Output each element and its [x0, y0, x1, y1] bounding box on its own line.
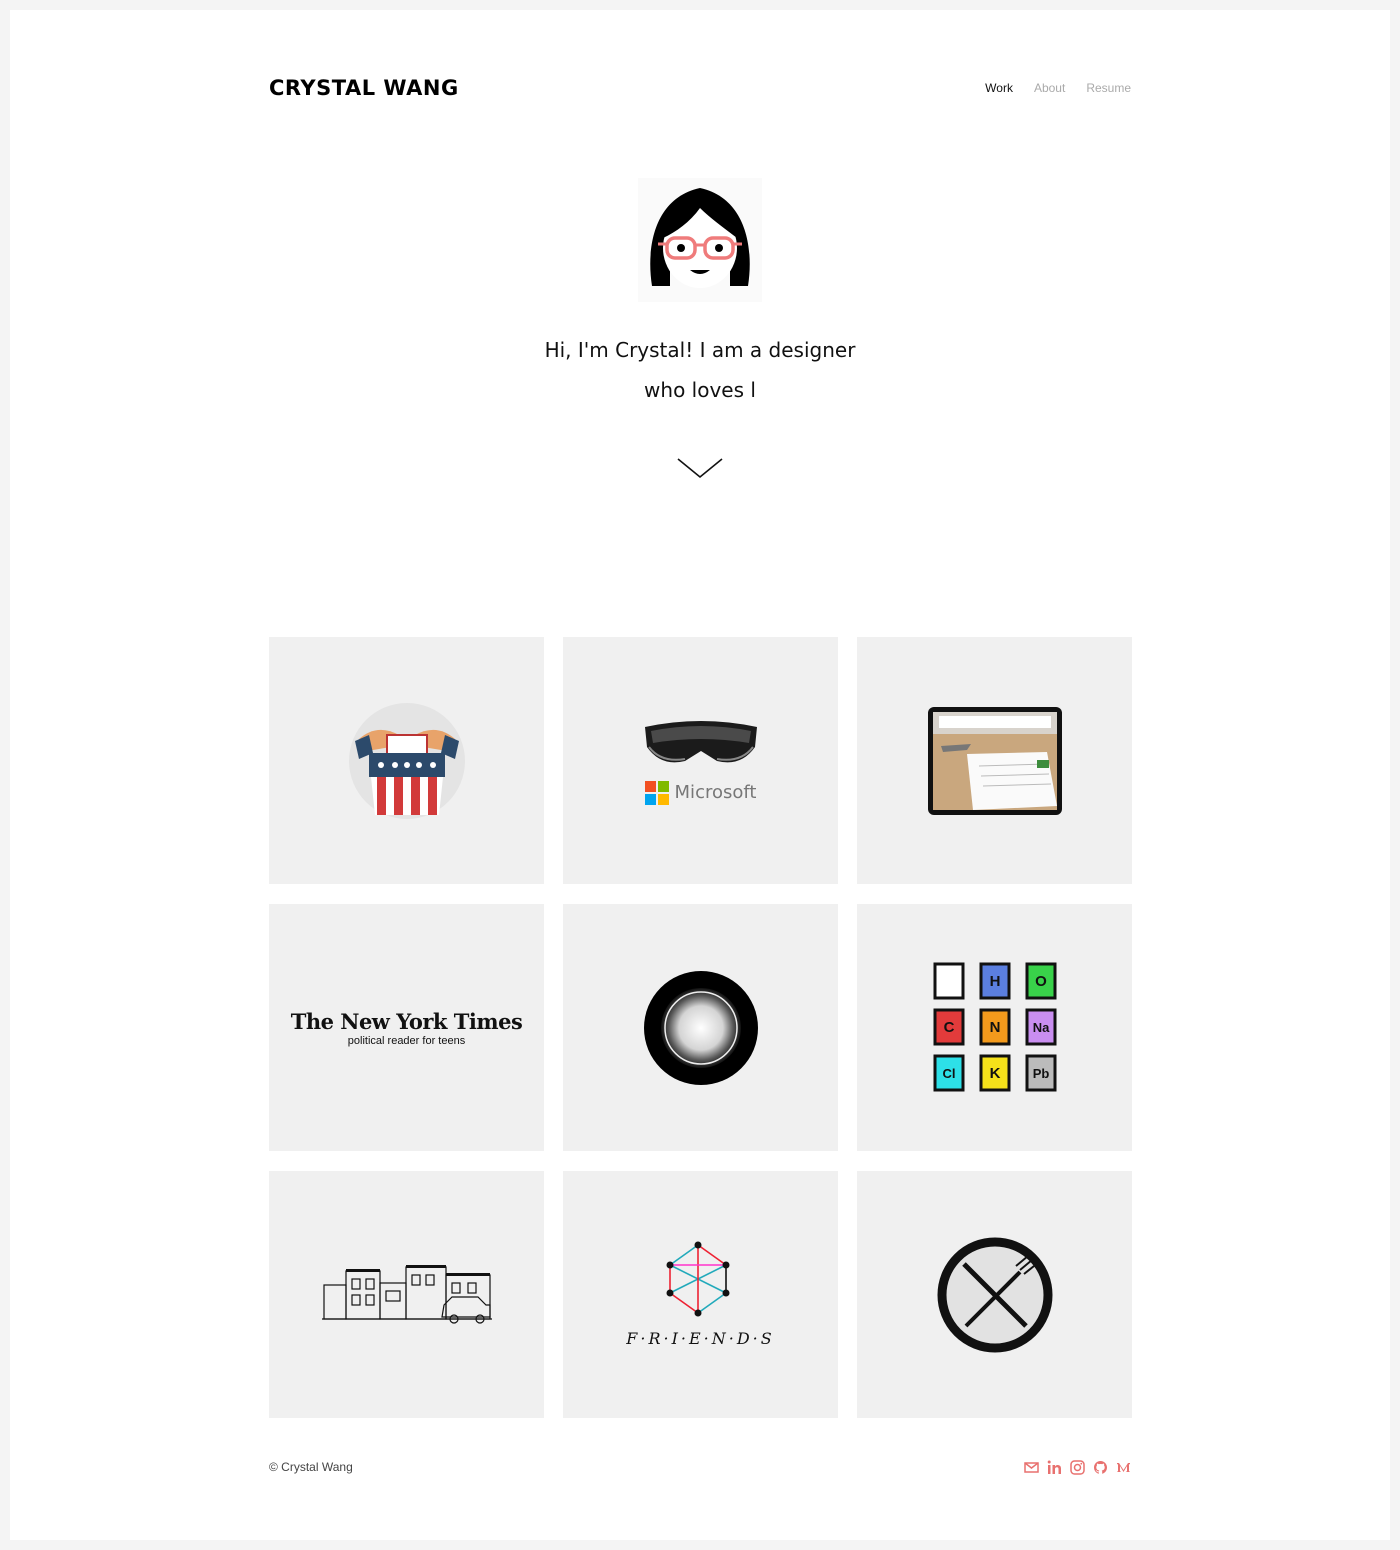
microsoft-squares-icon — [644, 780, 669, 805]
project-tile-elements[interactable]: H O C N Na Cl K Pb — [857, 904, 1132, 1151]
instagram-icon[interactable] — [1070, 1459, 1085, 1475]
medium-icon[interactable] — [1116, 1460, 1131, 1475]
project-tile-ballot[interactable] — [269, 637, 544, 884]
avatar — [638, 178, 762, 302]
github-icon[interactable] — [1093, 1460, 1108, 1475]
element-symbol: O — [1035, 973, 1047, 990]
social-links — [1024, 1459, 1131, 1475]
main-nav: Work About Resume — [985, 81, 1131, 95]
street-sketch-icon — [321, 1264, 492, 1324]
page: CRYSTAL WANG Work About Resume Hi, I'm C… — [10, 10, 1390, 1540]
ballot-box-icon — [348, 702, 465, 819]
nav-resume[interactable]: Resume — [1086, 81, 1131, 95]
element-symbol: N — [989, 1019, 1000, 1036]
project-tile-hololens[interactable]: Microsoft — [563, 637, 838, 884]
nyt-subtitle: political reader for teens — [347, 1034, 466, 1047]
element-symbol: Pb — [1032, 1066, 1049, 1081]
element-box — [933, 962, 964, 999]
element-symbol: H — [989, 973, 1000, 990]
microsoft-logo: Microsoft — [644, 780, 757, 805]
microsoft-wordmark: Microsoft — [674, 782, 757, 803]
element-symbol: Cl — [942, 1066, 955, 1081]
mail-icon[interactable] — [1024, 1460, 1039, 1475]
project-tile-nyt[interactable]: The New York Times political reader for … — [269, 904, 544, 1151]
footer: © Crystal Wang — [269, 1452, 1131, 1482]
element-symbol: C — [943, 1019, 954, 1036]
scroll-down-icon[interactable] — [676, 455, 724, 483]
hololens-icon — [644, 720, 757, 762]
periodic-elements-icon: H O C N Na Cl K Pb — [933, 962, 1056, 1091]
header: CRYSTAL WANG Work About Resume — [269, 68, 1131, 108]
linkedin-icon[interactable] — [1047, 1460, 1062, 1475]
project-tile-no-food[interactable] — [857, 1171, 1132, 1418]
tablet-ar-icon — [927, 706, 1062, 815]
project-grid: Microsoft The New York Times political r… — [269, 637, 1132, 1418]
nyt-logo: The New York Times political reader for … — [291, 1009, 523, 1047]
friends-card: F·R·I·E·N·D·S — [626, 1241, 774, 1348]
element-symbol: Na — [1032, 1020, 1049, 1035]
intro-line-1: Hi, I'm Crystal! I am a designer — [544, 338, 856, 362]
site-logo[interactable]: CRYSTAL WANG — [269, 76, 459, 100]
hololens-card: Microsoft — [641, 717, 761, 805]
copyright-text: © Crystal Wang — [269, 1460, 353, 1474]
nyt-wordmark: The New York Times — [290, 1008, 523, 1034]
friends-network-icon — [666, 1241, 730, 1317]
intro-line-2: who loves l — [644, 378, 756, 402]
no-food-icon — [937, 1237, 1052, 1352]
project-tile-street[interactable] — [269, 1171, 544, 1418]
project-tile-tablet-ar[interactable] — [857, 637, 1132, 884]
nav-about[interactable]: About — [1034, 81, 1065, 95]
ring-icon — [643, 970, 758, 1085]
project-tile-friends[interactable]: F·R·I·E·N·D·S — [563, 1171, 838, 1418]
friends-wordmark: F·R·I·E·N·D·S — [626, 1329, 775, 1348]
avatar-illustration — [650, 188, 750, 288]
intro-text: Hi, I'm Crystal! I am a designer who lov… — [450, 330, 950, 410]
nav-work[interactable]: Work — [985, 81, 1013, 95]
element-symbol: K — [989, 1065, 1000, 1082]
project-tile-ring[interactable] — [563, 904, 838, 1151]
